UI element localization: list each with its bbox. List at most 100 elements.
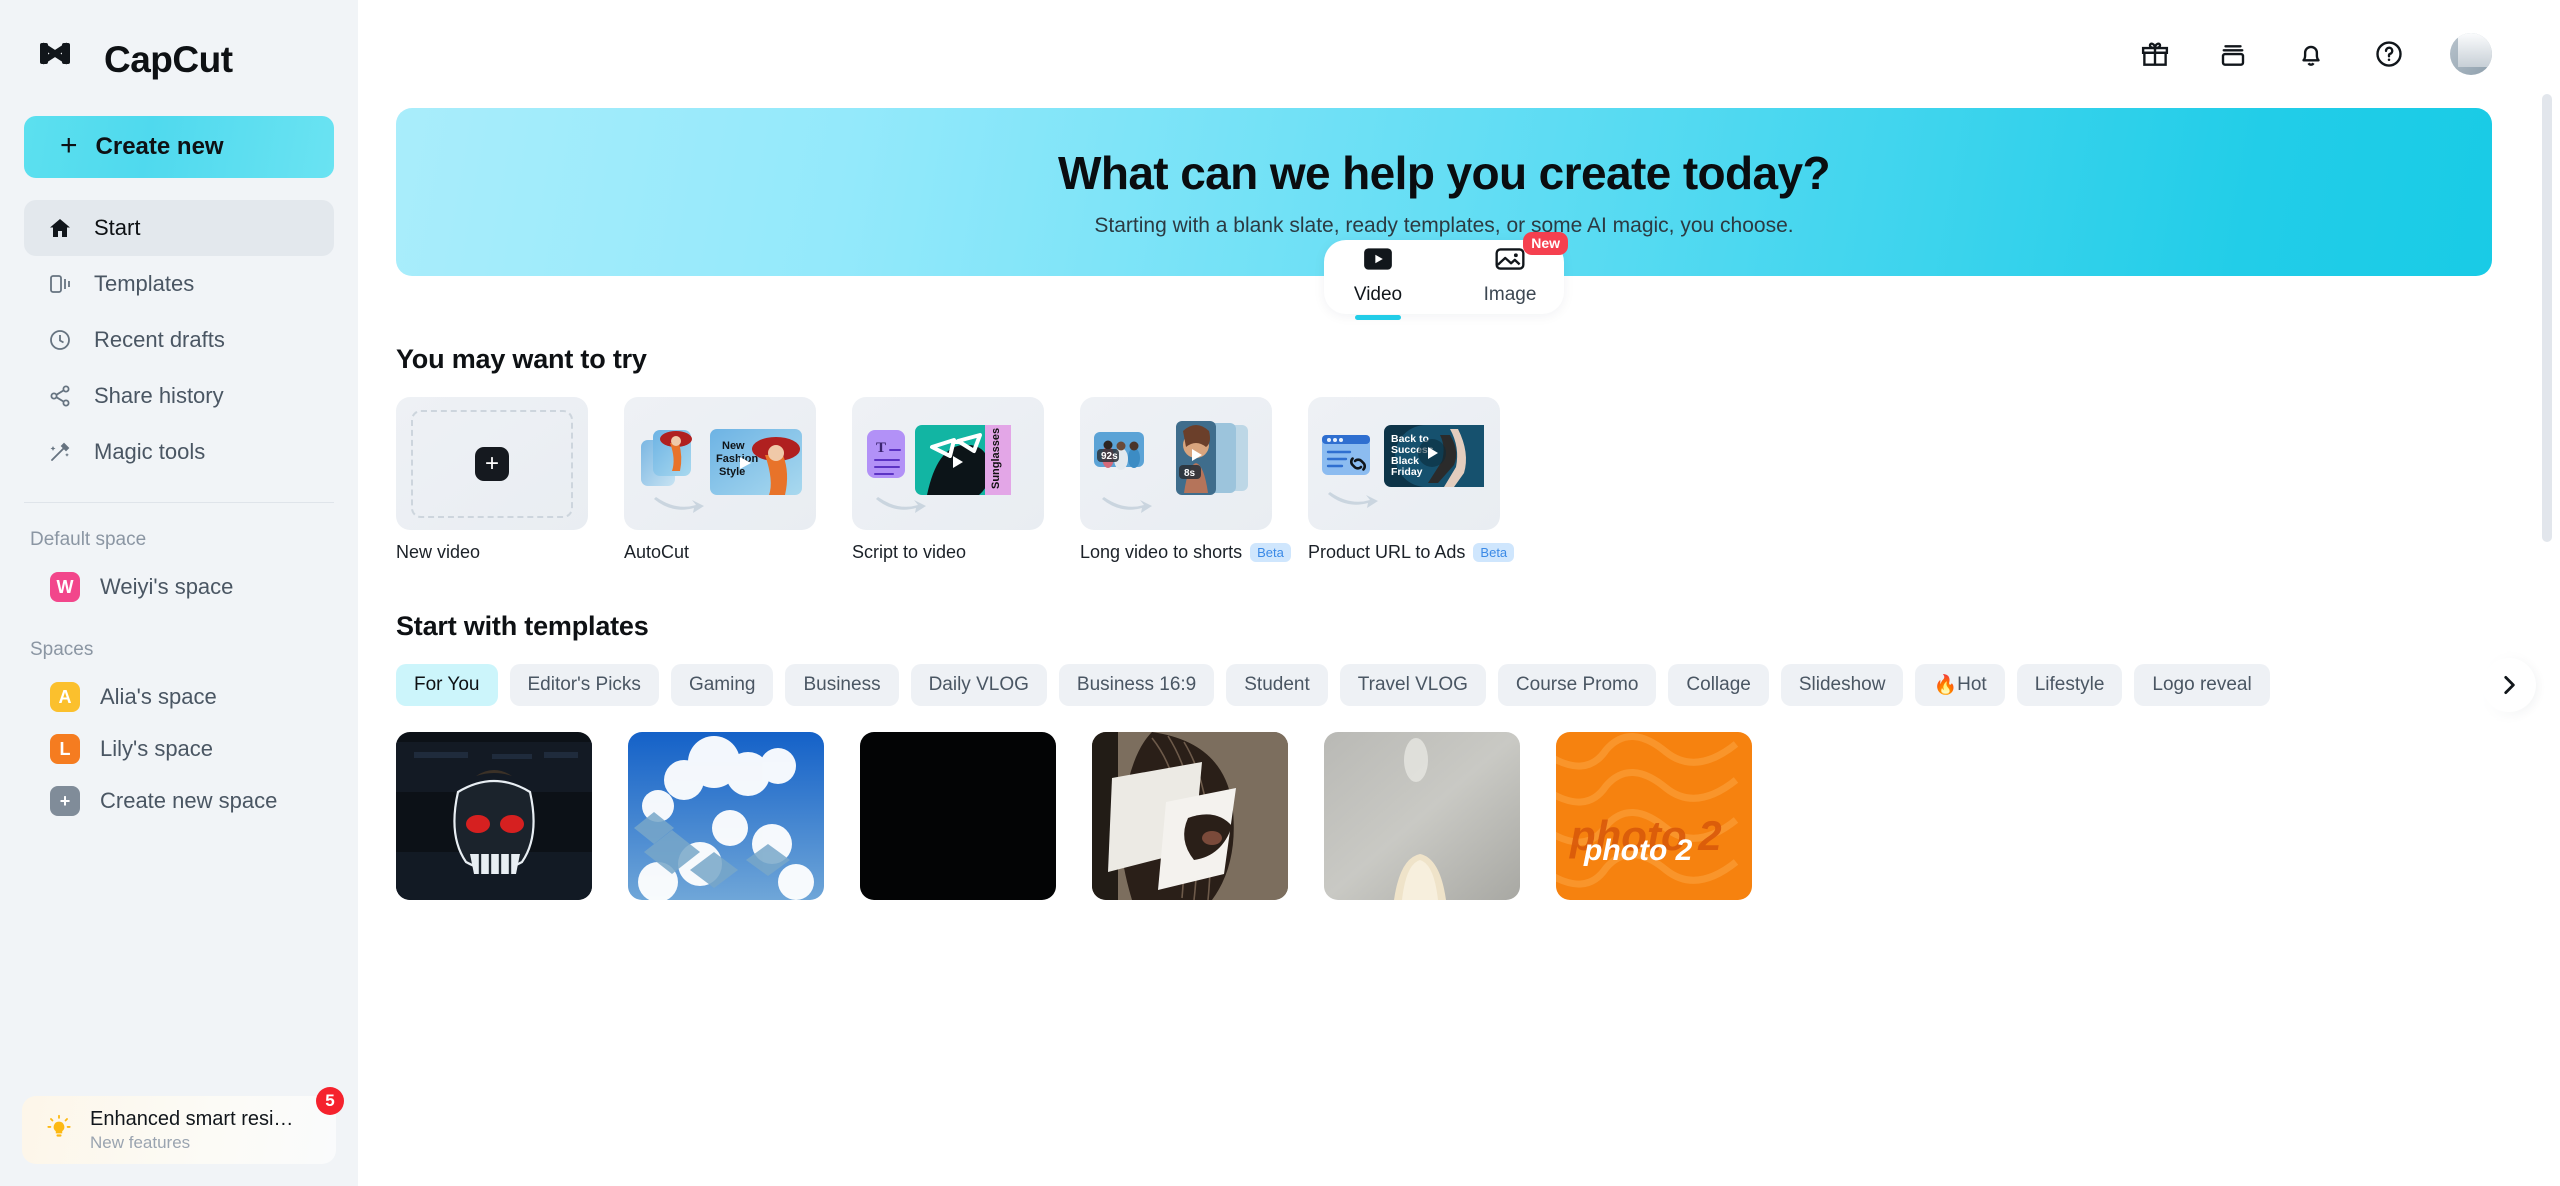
lightbulb-icon <box>44 1113 74 1148</box>
sidebar-item-label: Templates <box>94 271 195 296</box>
promo-badge: 5 <box>316 1087 344 1115</box>
svg-text:8s: 8s <box>1184 468 1196 479</box>
template-skull-stadium[interactable] <box>396 732 592 900</box>
tab-video-label: Video <box>1353 284 1403 305</box>
active-tab-underline <box>1355 315 1401 320</box>
space-label: Create new space <box>100 788 278 813</box>
chip-travel-vlog[interactable]: Travel VLOG <box>1339 664 1486 706</box>
plus-icon: + <box>475 446 509 481</box>
template-thumb-row: photo 2 photo 2 <box>396 732 2560 900</box>
sidebar-item-magic-tools[interactable]: Magic tools <box>24 424 334 480</box>
dashed-dropzone: + <box>411 409 573 518</box>
new-video-placeholder: + <box>396 397 588 530</box>
bell-icon[interactable] <box>2294 37 2328 71</box>
chip-collage[interactable]: Collage <box>1668 664 1769 706</box>
try-card-label: Product URL to Ads Beta <box>1308 542 1515 563</box>
space-avatar: A <box>50 682 80 712</box>
share-icon <box>46 382 74 410</box>
product-url-to-ads-preview: Back to Success Black Friday <box>1308 397 1500 530</box>
chip-for-you[interactable]: For You <box>396 664 498 706</box>
promo-title: Enhanced smart resi… <box>90 1107 294 1130</box>
sidebar-item-label: Recent drafts <box>94 327 225 352</box>
chip-logo-reveal[interactable]: Logo reveal <box>2134 664 2270 706</box>
chip-business-16-9[interactable]: Business 16:9 <box>1058 664 1215 706</box>
chip-gaming[interactable]: Gaming <box>670 664 774 706</box>
try-card-label: Script to video <box>852 542 967 562</box>
promo-card[interactable]: Enhanced smart resi… New features 5 <box>22 1087 344 1164</box>
templates-section-title: Start with templates <box>396 611 649 641</box>
fire-icon: 🔥 <box>1933 675 1958 696</box>
space-label: Weiyi's space <box>100 574 234 599</box>
svg-text:92s: 92s <box>1101 451 1118 462</box>
autocut-preview: New Fashion Style <box>624 397 816 530</box>
long-to-shorts-preview: 92s 8s <box>1080 397 1272 530</box>
topbar <box>358 0 2560 108</box>
plus-icon: + <box>50 786 80 816</box>
svg-text:New: New <box>722 440 745 452</box>
sidebar-item-label: Share history <box>94 383 224 408</box>
template-clouds-city[interactable] <box>628 732 824 900</box>
script-to-video-preview: T Sunglasses <box>852 397 1044 530</box>
user-avatar[interactable] <box>2450 33 2492 75</box>
brand[interactable]: CapCut <box>0 0 358 92</box>
chip-lifestyle[interactable]: Lifestyle <box>2016 664 2123 706</box>
try-section: You may want to try + New video New Fash… <box>358 344 2560 563</box>
page-scrollbar[interactable] <box>2542 94 2552 542</box>
try-card-long-video-to-shorts[interactable]: 92s 8s Long video to shorts Beta <box>1080 397 1291 563</box>
hero-subtitle: Starting with a blank slate, ready templ… <box>1094 214 1794 237</box>
try-card-autocut[interactable]: New Fashion Style AutoCut <box>624 397 816 563</box>
chip-course-promo[interactable]: Course Promo <box>1497 664 1657 706</box>
chip-hot[interactable]: 🔥 Hot <box>1915 664 2005 706</box>
chip-slideshow[interactable]: Slideshow <box>1780 664 1904 706</box>
clock-icon <box>46 326 74 354</box>
create-new-label: Create new <box>95 133 224 160</box>
template-caption: photo 2 <box>1583 834 1693 867</box>
sidebar-item-recent-drafts[interactable]: Recent drafts <box>24 312 334 368</box>
beta-badge: Beta <box>1473 543 1515 562</box>
create-new-space-button[interactable]: + Create new space <box>24 775 334 827</box>
try-card-new-video[interactable]: + New video <box>396 397 588 563</box>
create-new-button[interactable]: + Create new <box>24 116 334 178</box>
svg-text:Fashion: Fashion <box>716 453 758 465</box>
sidebar-item-templates[interactable]: Templates <box>24 256 334 312</box>
space-label: Lily's space <box>100 736 214 761</box>
space-item-weiyi[interactable]: W Weiyi's space <box>24 561 334 613</box>
template-black[interactable] <box>860 732 1056 900</box>
gift-icon[interactable] <box>2138 37 2172 71</box>
sidebar-item-start[interactable]: Start <box>24 200 334 256</box>
template-photo-2-orange[interactable]: photo 2 photo 2 <box>1556 732 1752 900</box>
try-card-label: New video <box>396 542 481 562</box>
svg-text:Sunglasses: Sunglasses <box>990 428 1002 489</box>
space-avatar: L <box>50 734 80 764</box>
promo-text: Enhanced smart resi… New features <box>90 1108 293 1153</box>
sidebar: CapCut + Create new Start Templates Rece… <box>0 0 358 1186</box>
try-card-row: + New video New Fashion Style AutoCut T … <box>396 397 2560 563</box>
try-card-product-url-to-ads[interactable]: Back to Success Black Friday Product URL… <box>1308 397 1515 563</box>
help-circle-icon[interactable] <box>2372 37 2406 71</box>
template-portrait-paper[interactable] <box>1092 732 1288 900</box>
space-label: Alia's space <box>100 684 217 709</box>
svg-text:Friday: Friday <box>1391 466 1423 478</box>
video-play-icon <box>1362 246 1394 277</box>
chip-student[interactable]: Student <box>1226 664 1328 706</box>
try-card-label: AutoCut <box>624 542 690 562</box>
image-icon <box>1494 246 1526 277</box>
sidebar-item-share-history[interactable]: Share history <box>24 368 334 424</box>
capcut-logo-icon <box>38 40 90 80</box>
default-space-label: Default space <box>30 529 147 550</box>
chip-business[interactable]: Business <box>785 664 899 706</box>
mode-switch: Video Image New <box>1324 232 1568 320</box>
template-grey-blonde[interactable] <box>1324 732 1520 900</box>
promo-subtitle: New features <box>90 1132 191 1152</box>
chip-editors-picks[interactable]: Editor's Picks <box>509 664 659 706</box>
space-item-lily[interactable]: L Lily's space <box>24 723 334 775</box>
templates-icon <box>46 270 74 298</box>
try-card-script-to-video[interactable]: T Sunglasses Script to video <box>852 397 1044 563</box>
chip-daily-vlog[interactable]: Daily VLOG <box>910 664 1047 706</box>
space-item-alia[interactable]: A Alia's space <box>24 671 334 723</box>
archive-stack-icon[interactable] <box>2216 37 2250 71</box>
template-category-chips: For You Editor's Picks Gaming Business D… <box>396 658 2560 712</box>
tab-video[interactable]: Video <box>1338 246 1418 320</box>
chevron-right-icon[interactable] <box>2482 658 2536 712</box>
tab-image[interactable]: Image New <box>1470 232 1568 306</box>
